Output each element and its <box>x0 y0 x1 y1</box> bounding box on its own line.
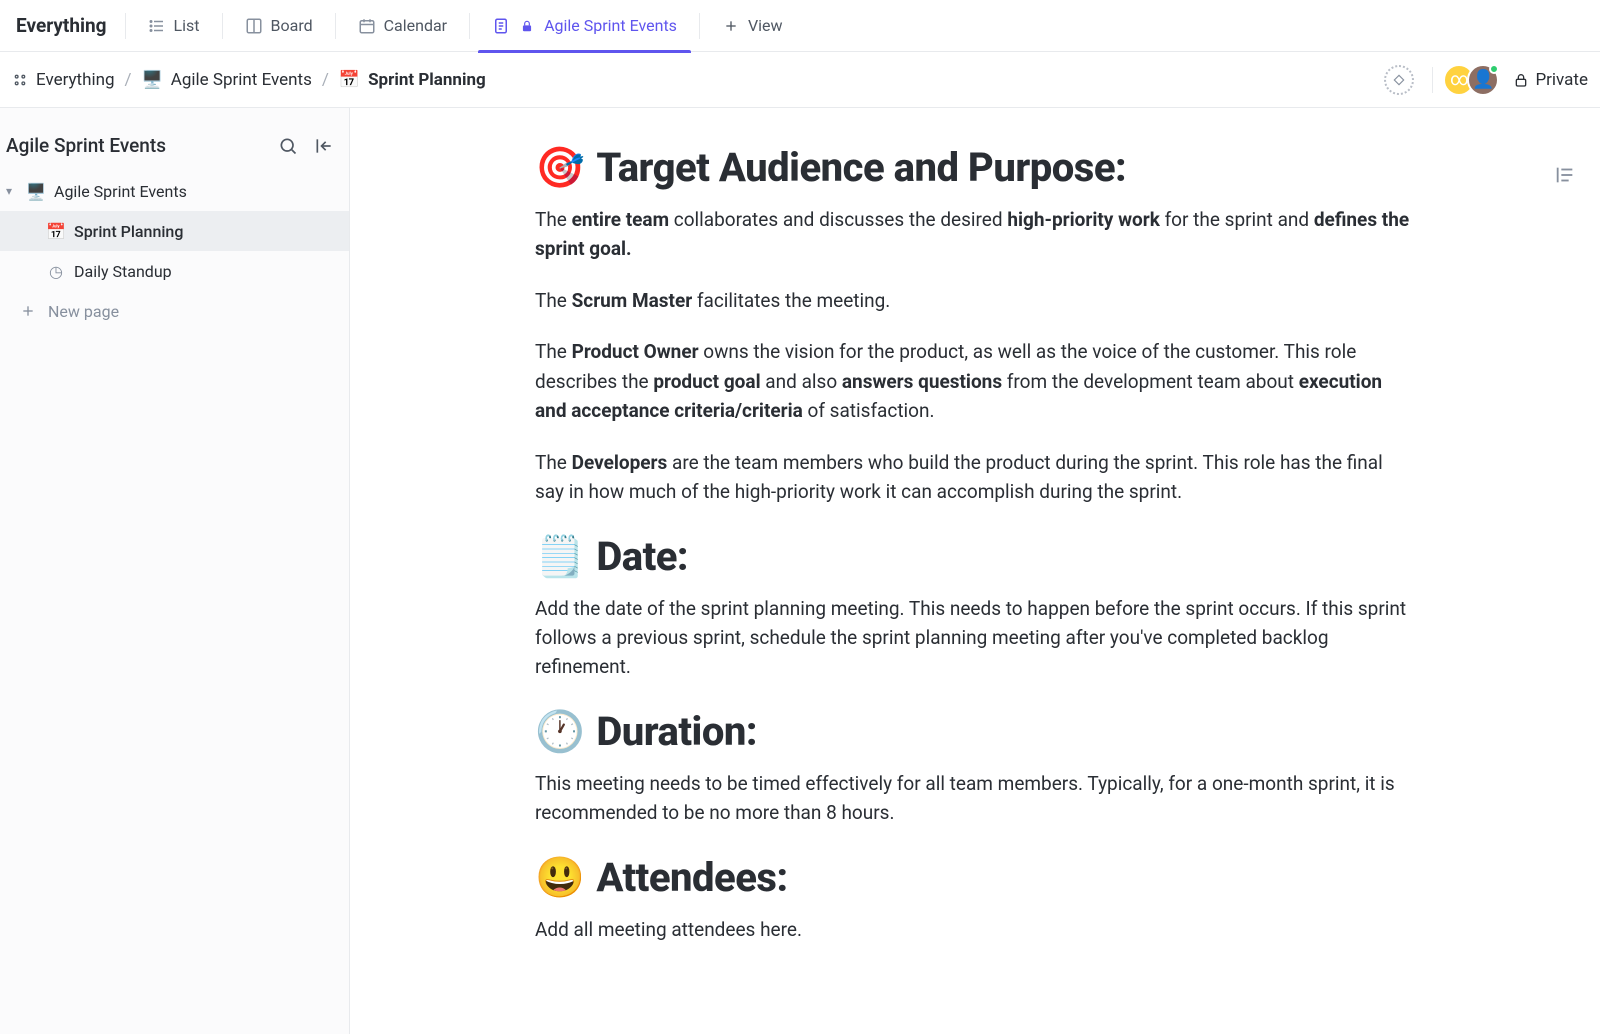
lock-icon <box>1513 72 1529 88</box>
heading-text: Target Audience and Purpose: <box>596 144 1126 191</box>
breadcrumb-root[interactable]: Everything <box>12 70 115 90</box>
calendar-icon <box>358 17 376 35</box>
list-icon <box>148 17 166 35</box>
new-page-label: New page <box>48 302 119 321</box>
tab-list[interactable]: List <box>134 0 214 52</box>
plus-icon <box>20 303 36 319</box>
caret-down-icon: ▾ <box>6 184 18 198</box>
outline-toggle-button[interactable] <box>1554 164 1576 186</box>
sidebar-item-daily-standup[interactable]: ◷ Daily Standup <box>0 251 349 291</box>
paragraph[interactable]: The Developers are the team members who … <box>535 448 1415 507</box>
privacy-label: Private <box>1535 70 1588 90</box>
smiley-icon: 😃 <box>535 854 584 901</box>
calendar-page-icon: 📅 <box>46 222 66 241</box>
divider <box>125 13 126 39</box>
divider <box>335 13 336 39</box>
screen-icon: 🖥️ <box>26 182 46 201</box>
breadcrumb-actions: ∞ 👤 Private <box>1384 64 1588 96</box>
heading-text: Date: <box>596 533 688 580</box>
breadcrumb-separator: / <box>125 70 132 90</box>
sidebar-tools <box>277 135 335 157</box>
breadcrumb-space[interactable]: 🖥️ Agile Sprint Events <box>142 70 312 90</box>
calendar-page-icon: 📅 <box>339 70 360 90</box>
sidebar-root-label: Agile Sprint Events <box>54 182 187 201</box>
heading-attendees[interactable]: 😃 Attendees: <box>535 854 1415 901</box>
sidebar-tree: ▾ 🖥️ Agile Sprint Events 📅 Sprint Planni… <box>0 171 349 331</box>
lock-icon <box>518 17 536 35</box>
view-tabs-bar: Everything List Board Calendar Agile Spr… <box>0 0 1600 52</box>
divider <box>699 13 700 39</box>
sidebar-root-item[interactable]: ▾ 🖥️ Agile Sprint Events <box>0 171 349 211</box>
breadcrumb-page[interactable]: 📅 Sprint Planning <box>339 70 486 90</box>
sidebar-item-label: Daily Standup <box>74 262 172 281</box>
breadcrumb: Everything / 🖥️ Agile Sprint Events / 📅 … <box>12 70 486 90</box>
clock-icon: 🕐 <box>535 708 584 755</box>
sidebar-item-sprint-planning[interactable]: 📅 Sprint Planning <box>0 211 349 251</box>
target-icon: 🎯 <box>535 144 584 191</box>
paragraph[interactable]: The Scrum Master facilitates the meeting… <box>535 286 1415 315</box>
grid-icon <box>12 72 28 88</box>
heading-date[interactable]: 🗒️ Date: <box>535 533 1415 580</box>
sidebar-header: Agile Sprint Events <box>0 122 349 171</box>
tab-add-view-label: View <box>748 16 783 35</box>
divider <box>469 13 470 39</box>
doc-sidebar: Agile Sprint Events ▾ 🖥️ Agile Sprint Ev… <box>0 108 350 1034</box>
divider <box>1432 67 1433 93</box>
collapse-sidebar-button[interactable] <box>313 135 335 157</box>
tab-board[interactable]: Board <box>231 0 327 52</box>
tab-board-label: Board <box>271 16 313 35</box>
heading-target-audience[interactable]: 🎯 Target Audience and Purpose: <box>535 144 1415 191</box>
breadcrumb-space-label: Agile Sprint Events <box>171 70 312 90</box>
tab-list-label: List <box>174 16 200 35</box>
doc-scroll-area[interactable]: 🎯 Target Audience and Purpose: The entir… <box>350 108 1600 1034</box>
tab-doc-agile-sprint-events[interactable]: Agile Sprint Events <box>478 0 691 52</box>
paragraph[interactable]: The Product Owner owns the vision for th… <box>535 337 1415 425</box>
board-icon <box>245 17 263 35</box>
avatar[interactable]: 👤 <box>1467 64 1499 96</box>
presence-indicator <box>1489 64 1499 74</box>
tab-add-view[interactable]: View <box>708 0 797 52</box>
body-layout: Agile Sprint Events ▾ 🖥️ Agile Sprint Ev… <box>0 108 1600 1034</box>
paragraph[interactable]: This meeting needs to be timed effective… <box>535 769 1415 828</box>
breadcrumb-separator: / <box>322 70 329 90</box>
heading-text: Attendees: <box>596 854 787 901</box>
screen-icon: 🖥️ <box>142 70 163 90</box>
new-page-button[interactable]: New page <box>0 291 349 331</box>
breadcrumb-root-label: Everything <box>36 70 115 90</box>
privacy-button[interactable]: Private <box>1513 70 1588 90</box>
notepad-icon: 🗒️ <box>535 533 584 580</box>
paragraph[interactable]: Add the date of the sprint planning meet… <box>535 594 1415 682</box>
doc-icon <box>492 17 510 35</box>
paragraph[interactable]: The entire team collaborates and discuss… <box>535 205 1415 264</box>
divider <box>222 13 223 39</box>
sidebar-item-label: Sprint Planning <box>74 222 183 241</box>
doc-content: 🎯 Target Audience and Purpose: The entir… <box>515 108 1435 1026</box>
avatar-stack[interactable]: ∞ 👤 <box>1451 64 1499 96</box>
heading-text: Duration: <box>596 708 757 755</box>
search-button[interactable] <box>277 135 299 157</box>
tab-doc-label: Agile Sprint Events <box>544 16 677 35</box>
breadcrumb-page-label: Sprint Planning <box>368 70 486 90</box>
add-tag-button[interactable] <box>1384 65 1414 95</box>
clock-icon: ◷ <box>46 262 66 281</box>
workspace-title: Everything <box>12 14 117 37</box>
sidebar-title: Agile Sprint Events <box>6 134 166 157</box>
tab-calendar-label: Calendar <box>384 16 447 35</box>
breadcrumb-bar: Everything / 🖥️ Agile Sprint Events / 📅 … <box>0 52 1600 108</box>
plus-icon <box>722 17 740 35</box>
paragraph[interactable]: Add all meeting attendees here. <box>535 915 1415 944</box>
heading-duration[interactable]: 🕐 Duration: <box>535 708 1415 755</box>
tab-calendar[interactable]: Calendar <box>344 0 461 52</box>
